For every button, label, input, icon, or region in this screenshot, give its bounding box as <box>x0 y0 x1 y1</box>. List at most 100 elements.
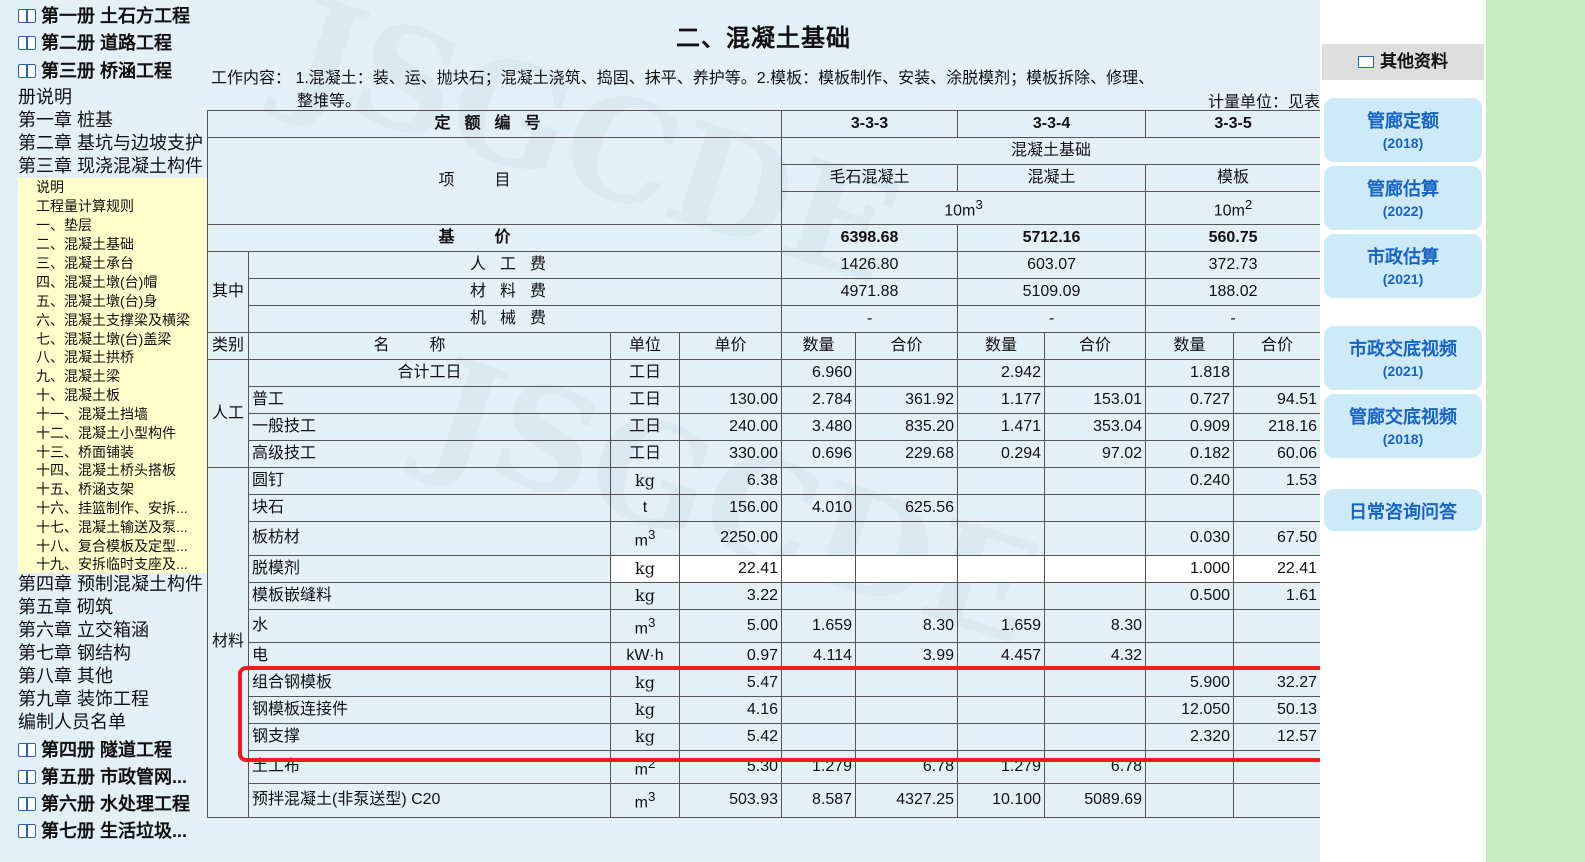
quantity-cell: 4.457 <box>957 641 1046 670</box>
tree-sub-item-current[interactable]: 二、混凝土基础 <box>36 235 134 254</box>
resource-name: 板枋材 <box>248 521 611 556</box>
unit-price: 330.00 <box>678 440 783 469</box>
quantity-cell <box>957 494 1046 523</box>
tree-book-4[interactable]: 第四册 隧道工程 <box>18 737 172 763</box>
amount-cell: 32.27 <box>1233 668 1322 697</box>
tree-sub-item[interactable]: 一、垫层 <box>36 216 92 235</box>
resource-unit: kg <box>610 695 680 724</box>
resource-unit: kg <box>610 668 680 697</box>
unit-price: 130.00 <box>678 386 783 415</box>
tree-sub-item[interactable]: 十五、桥涵支架 <box>36 480 134 499</box>
tree-sub-item[interactable]: 九、混凝土梁 <box>36 367 120 386</box>
unit-note: 计量单位：见表 <box>1207 94 1320 111</box>
tree-book-7[interactable]: 第七册 生活垃圾... <box>18 818 187 844</box>
link-button[interactable]: 市政估算 (2021) <box>1324 234 1482 298</box>
tree-chapter[interactable]: 第四章 预制混凝土构件 <box>18 573 203 596</box>
amount-cell <box>1044 521 1147 556</box>
tree-sub-item[interactable]: 十四、混凝土桥头搭板 <box>36 461 176 480</box>
table-row: 高级技工 工日 330.00 0.696 229.68 0.294 97.02 0.182 60… <box>208 440 1322 469</box>
main-content: 二、混凝土基础 工作内容： 1.混凝土：装、运、抛块石；混凝土浇筑、捣固、抹平、… <box>206 0 1322 862</box>
tree-chapter[interactable]: 第三章 现浇混凝土构件 <box>18 155 203 178</box>
faq-link-button[interactable]: 日常咨询问答 <box>1324 489 1482 531</box>
tree-book-2[interactable]: 第二册 道路工程 <box>18 30 172 56</box>
resource-unit: 工日 <box>610 440 680 469</box>
amount-cell <box>1044 581 1147 610</box>
book-icon <box>18 824 36 838</box>
tree-book-6[interactable]: 第六册 水处理工程 <box>18 791 190 817</box>
quantity-cell <box>957 467 1046 496</box>
tree-sub-item[interactable]: 十一、混凝土挡墙 <box>36 405 148 424</box>
unit-price: 503.93 <box>678 783 783 818</box>
tree-chapter[interactable]: 第六章 立交箱涵 <box>18 619 149 642</box>
column-header-row: 类别 名称 单位 单价 数量 合价 数量 合价 数量 合价 <box>207 332 1322 361</box>
quantity-cell: 12.050 <box>1145 695 1235 724</box>
tree-book-5[interactable]: 第五册 市政管网... <box>18 764 187 790</box>
tree-sub-item[interactable]: 十六、挂篮制作、安拆... <box>36 499 188 518</box>
tree-sub-item[interactable]: 十二、混凝土小型构件 <box>36 424 176 443</box>
tree-sub-item[interactable]: 说明 <box>36 178 64 197</box>
unit-price: 156.00 <box>678 494 783 523</box>
base-price-label: 基价 <box>206 224 783 253</box>
resource-unit: kg <box>610 722 680 751</box>
quantity-cell: 0.909 <box>1145 413 1235 442</box>
col-header-qty: 数量 <box>781 332 857 361</box>
quantity-cell: 0.182 <box>1145 440 1235 469</box>
labor-fee: 1426.80 <box>781 251 959 280</box>
tree-sub-item[interactable]: 五、混凝土墩(台)身 <box>36 292 157 311</box>
quantity-cell: 1.659 <box>781 608 857 643</box>
resource-name: 合计工日 <box>248 359 611 388</box>
tree-book-1[interactable]: 第一册 土石方工程 <box>18 3 190 29</box>
tree-sub-item[interactable]: 六、混凝土支撑梁及横梁 <box>36 311 190 330</box>
col-header-name: 名称 <box>248 332 611 361</box>
resource-unit: m2 <box>610 749 680 785</box>
qizhong-label: 其中 <box>207 251 249 334</box>
amount-cell: 218.16 <box>1233 413 1322 442</box>
unit-cell: 10m2 <box>1145 190 1322 226</box>
tree-sub-item[interactable]: 十九、安拆临时支座及... <box>36 555 188 574</box>
tree-sub-item[interactable]: 十八、复合模板及定型... <box>36 537 188 556</box>
left-nav-tree: 第一册 土石方工程 第二册 道路工程 第三册 桥涵工程 册说明 第一章 桩基 第… <box>0 0 207 862</box>
quantity-cell: 1.279 <box>781 749 857 785</box>
quantity-cell <box>1145 494 1235 523</box>
quantity-cell: 2.784 <box>781 386 857 415</box>
tree-chapter[interactable]: 第一章 桩基 <box>18 109 113 132</box>
tree-sub-item[interactable]: 四、混凝土墩(台)帽 <box>36 273 157 292</box>
tree-sub-item[interactable]: 七、混凝土墩(台)盖梁 <box>36 330 171 349</box>
link-button[interactable]: 市政交底视频 (2021) <box>1324 326 1482 390</box>
tree-chapter[interactable]: 第五章 砌筑 <box>18 596 113 619</box>
link-button[interactable]: 管廊估算 (2022) <box>1324 166 1482 230</box>
labor-fee-label: 人工费 <box>247 251 783 280</box>
tree-chapter[interactable]: 第七章 钢结构 <box>18 642 131 665</box>
tree-sub-item[interactable]: 三、混凝土承台 <box>36 254 134 273</box>
tree-sub-item[interactable]: 工程量计算规则 <box>36 197 134 216</box>
quantity-cell: 0.294 <box>957 440 1046 469</box>
labor-fee: 603.07 <box>957 251 1147 280</box>
amount-cell <box>855 581 959 610</box>
resource-name: 电 <box>248 641 611 670</box>
tree-chapter[interactable]: 册说明 <box>18 86 72 109</box>
tree-sub-item[interactable]: 八、混凝土拱桥 <box>36 348 134 367</box>
amount-cell: 97.02 <box>1044 440 1147 469</box>
tree-chapter[interactable]: 编制人员名单 <box>18 711 126 734</box>
link-button[interactable]: 管廊交底视频 (2018) <box>1324 394 1482 458</box>
amount-cell: 6.78 <box>1044 749 1147 785</box>
amount-cell <box>1044 695 1147 724</box>
unit-price <box>678 359 783 388</box>
quantity-cell <box>1145 608 1235 643</box>
amount-cell: 5089.69 <box>1044 783 1147 818</box>
tree-chapter[interactable]: 第八章 其他 <box>18 665 113 688</box>
tree-chapter[interactable]: 第二章 基坑与边坡支护 <box>18 132 203 155</box>
quantity-cell: 2.320 <box>1145 722 1235 751</box>
tree-sub-item[interactable]: 十三、桥面铺装 <box>36 443 134 462</box>
sub-name: 混凝土 <box>957 164 1147 192</box>
tree-book-3[interactable]: 第三册 桥涵工程 <box>18 58 172 84</box>
tree-sub-item[interactable]: 十、混凝土板 <box>36 386 120 405</box>
unit-price: 5.00 <box>678 608 783 643</box>
link-button[interactable]: 管廊定额 (2018) <box>1324 98 1482 162</box>
tree-sub-item[interactable]: 十七、混凝土输送及泵... <box>36 518 188 537</box>
col-header-qty: 数量 <box>957 332 1046 361</box>
material-fee: 5109.09 <box>957 278 1147 307</box>
quantity-cell: 3.480 <box>781 413 857 442</box>
tree-chapter[interactable]: 第九章 装饰工程 <box>18 688 149 711</box>
resource-name: 块石 <box>248 494 611 523</box>
